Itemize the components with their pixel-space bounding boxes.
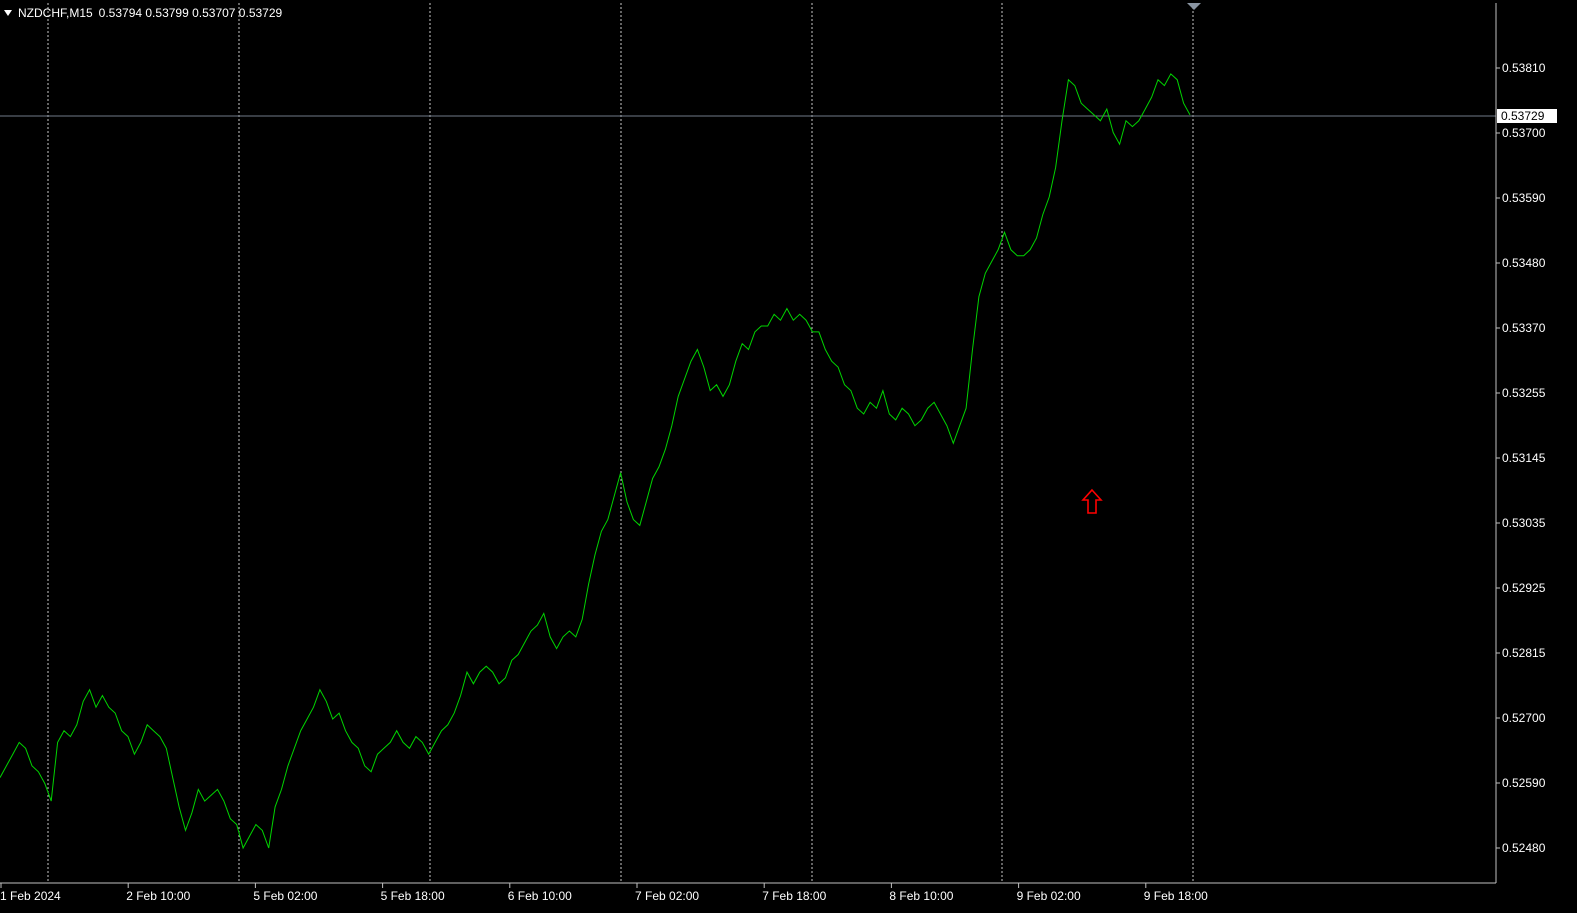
x-tick-label: 7 Feb 02:00 (635, 889, 699, 903)
y-tick-label: 0.53590 (1502, 191, 1546, 205)
y-tick-label: 0.53255 (1502, 386, 1546, 400)
dropdown-triangle-icon[interactable] (4, 10, 12, 16)
y-tick-label: 0.53145 (1502, 451, 1546, 465)
x-tick-label: 5 Feb 02:00 (253, 889, 317, 903)
chart-header: NZDCHF,M15 0.53794 0.53799 0.53707 0.537… (4, 6, 282, 20)
y-tick-label: 0.53370 (1502, 321, 1546, 335)
y-tick-label: 0.52480 (1502, 841, 1546, 855)
x-tick-label: 1 Feb 2024 (0, 889, 61, 903)
y-tick-label: 0.52590 (1502, 776, 1546, 790)
y-tick-label: 0.53480 (1502, 256, 1546, 270)
current-price-tag: 0.53729 (1497, 109, 1557, 123)
y-tick-label: 0.53700 (1502, 126, 1546, 140)
x-tick-label: 7 Feb 18:00 (762, 889, 826, 903)
y-tick-label: 0.52925 (1502, 581, 1546, 595)
x-tick-label: 5 Feb 18:00 (381, 889, 445, 903)
current-price-label: 0.53729 (1501, 109, 1545, 123)
symbol-label: NZDCHF,M15 (18, 6, 93, 20)
y-tick-label: 0.52700 (1502, 711, 1546, 725)
y-tick-label: 0.53810 (1502, 61, 1546, 75)
ohlc-values: 0.53794 0.53799 0.53707 0.53729 (98, 6, 283, 20)
y-tick-label: 0.53035 (1502, 516, 1546, 530)
y-tick-label: 0.52815 (1502, 646, 1546, 660)
x-tick-label: 6 Feb 10:00 (508, 889, 572, 903)
price-chart[interactable]: 0.53810 0.53700 0.53590 0.53480 0.53370 0.532… (0, 0, 1577, 913)
x-tick-label: 2 Feb 10:00 (126, 889, 190, 903)
x-tick-label: 9 Feb 18:00 (1144, 889, 1208, 903)
x-tick-label: 8 Feb 10:00 (889, 889, 953, 903)
x-tick-label: 9 Feb 02:00 (1017, 889, 1081, 903)
